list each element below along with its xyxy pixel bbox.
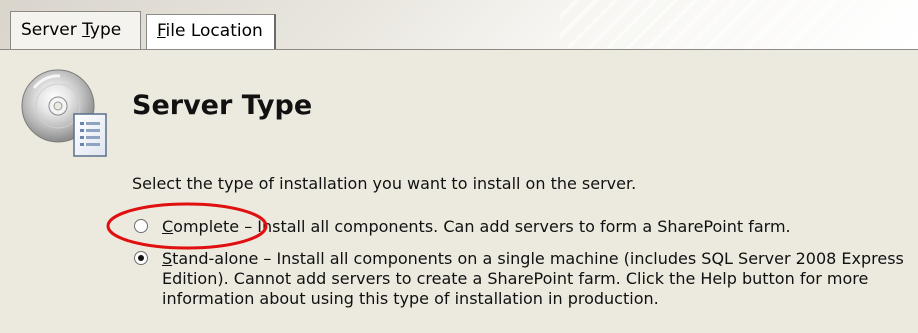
tab-file-location[interactable]: File Location — [146, 14, 276, 49]
page-title: Server Type — [132, 90, 313, 121]
option-standalone-label[interactable]: Stand-alone – Install all components on … — [162, 249, 918, 309]
complete-radio[interactable] — [134, 219, 148, 233]
option-standalone-description: – Install all components on a single mac… — [162, 249, 904, 308]
option-complete-label[interactable]: Complete – Install all components. Can a… — [162, 217, 791, 237]
tab-server-type-label-pre: Server — [21, 20, 83, 40]
decorative-stripes — [560, 0, 918, 49]
option-standalone-name: tand-alone — [172, 249, 259, 268]
tab-server-type-label-post: ype — [89, 20, 122, 40]
cd-with-document-icon — [21, 69, 107, 157]
tab-server-type-accesskey: T — [82, 20, 90, 40]
option-standalone-accesskey: S — [162, 249, 173, 268]
setup-dialog: Server Type File Location Server Type Se… — [0, 0, 918, 333]
option-complete-accesskey: C — [162, 217, 174, 236]
install-type-prompt: Select the type of installation you want… — [132, 174, 637, 193]
tab-file-location-label-post: ile Location — [165, 21, 263, 41]
tab-server-type[interactable]: Server Type — [10, 11, 141, 49]
tab-panel-server-type: Server Type Select the type of installat… — [0, 49, 918, 333]
standalone-radio[interactable] — [134, 251, 148, 265]
tab-file-location-accesskey: F — [157, 21, 166, 41]
option-complete-name: omplete — [173, 217, 240, 236]
tab-strip: Server Type File Location — [0, 0, 918, 49]
radio-selected-dot — [138, 255, 144, 261]
option-complete-description: – Install all components. Can add server… — [239, 217, 791, 236]
